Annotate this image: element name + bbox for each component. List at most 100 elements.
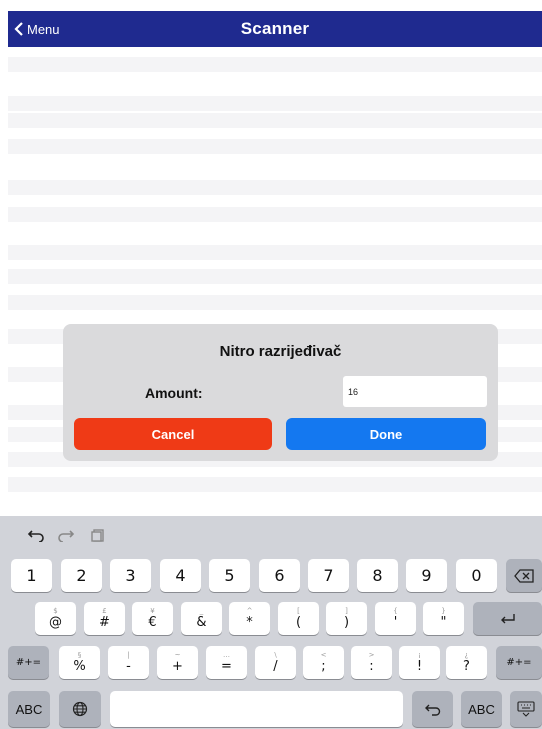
shift-symbols-key[interactable]: #+=: [8, 646, 49, 679]
globe-icon: [72, 701, 88, 717]
key-at[interactable]: $ @: [35, 602, 76, 635]
key-open-paren[interactable]: [(: [278, 602, 319, 635]
backspace-key[interactable]: [506, 559, 542, 592]
redo-icon[interactable]: [57, 528, 75, 542]
keyboard-dismiss-icon: [517, 701, 535, 717]
key-char: ;: [321, 659, 326, 674]
key-alt-char: ¡: [418, 651, 421, 659]
navigation-bar: Menu Scanner: [8, 11, 542, 47]
return-icon: [500, 613, 515, 623]
key-alt-char: §: [77, 651, 82, 659]
key-alt-char: ¿: [464, 651, 469, 659]
list-row-stripe: [8, 113, 542, 128]
key-char: :: [369, 659, 374, 674]
key-char: #: [99, 615, 110, 630]
key-char: =: [221, 659, 232, 674]
key-alt-char: \: [274, 651, 277, 659]
key-plus[interactable]: ~ +: [157, 646, 198, 679]
key-8[interactable]: 8: [357, 559, 398, 592]
key-ampersand[interactable]: _ &: [181, 602, 222, 635]
key-9[interactable]: 9: [406, 559, 447, 592]
hide-keyboard-key[interactable]: [510, 691, 542, 727]
amount-input[interactable]: [343, 376, 487, 407]
key-alt-char: ]: [345, 607, 348, 615]
key-char: &: [196, 615, 207, 630]
key-char: %: [73, 659, 86, 674]
page-title: Scanner: [240, 19, 310, 38]
key-char: €: [148, 615, 157, 630]
key-quote[interactable]: } ": [423, 602, 464, 635]
key-alt-char: |: [127, 651, 130, 659]
key-alt-char: [: [297, 607, 300, 615]
key-asterisk[interactable]: ^ *: [229, 602, 270, 635]
list-row-stripe: [8, 139, 542, 154]
key-euro[interactable]: ¥ €: [132, 602, 173, 635]
shift-symbols-key-right[interactable]: #+=: [496, 646, 542, 679]
key-alt-char: >: [368, 651, 375, 659]
list-row-stripe: [8, 207, 542, 222]
cancel-button[interactable]: Cancel: [74, 418, 272, 450]
key-close-paren[interactable]: ]): [326, 602, 367, 635]
key-4[interactable]: 4: [160, 559, 201, 592]
key-alt-char: }: [441, 607, 446, 615]
list-row-stripe: [8, 295, 542, 310]
space-bar[interactable]: [110, 691, 403, 727]
key-alt-char: …: [223, 651, 230, 659]
key-hash[interactable]: £ #: [84, 602, 125, 635]
list-row-stripe: [8, 180, 542, 195]
globe-key[interactable]: [59, 691, 101, 727]
keyboard-toolbar: [0, 516, 542, 554]
done-button[interactable]: Done: [286, 418, 486, 450]
key-char: +: [172, 659, 183, 674]
key-3[interactable]: 3: [110, 559, 151, 592]
abc-key-right[interactable]: ABC: [461, 691, 502, 727]
key-char: -: [126, 659, 131, 674]
key-alt-char: $: [53, 607, 58, 615]
paste-icon[interactable]: [89, 528, 107, 542]
undo-key[interactable]: [412, 691, 453, 727]
key-exclamation[interactable]: ¡!: [399, 646, 440, 679]
key-7[interactable]: 7: [308, 559, 349, 592]
key-char: ": [440, 615, 447, 630]
key-alt-char: £: [102, 607, 107, 615]
key-2[interactable]: 2: [61, 559, 102, 592]
key-char: @: [49, 615, 62, 630]
key-6[interactable]: 6: [259, 559, 300, 592]
abc-key[interactable]: ABC: [8, 691, 50, 727]
key-0[interactable]: 0: [456, 559, 497, 592]
key-equals[interactable]: … =: [206, 646, 247, 679]
key-alt-char: <: [320, 651, 327, 659]
key-apostrophe[interactable]: {': [375, 602, 416, 635]
key-alt-char: ¥: [150, 607, 155, 615]
undo-icon: [424, 704, 440, 716]
key-alt-char: _: [199, 607, 204, 615]
key-slash[interactable]: \ /: [255, 646, 296, 679]
key-percent[interactable]: §%: [59, 646, 100, 679]
amount-dialog: Nitro razrijeđivač Amount: Cancel Done: [63, 324, 498, 461]
key-1[interactable]: 1: [11, 559, 52, 592]
list-row-stripe: [8, 269, 542, 284]
key-semicolon[interactable]: <;: [303, 646, 344, 679]
key-char: /: [273, 659, 278, 674]
key-alt-char: ~: [174, 651, 181, 659]
list-row-stripe: [8, 96, 542, 111]
key-colon[interactable]: >:: [351, 646, 392, 679]
backspace-icon: [514, 568, 534, 583]
key-char: *: [246, 615, 253, 630]
undo-icon[interactable]: [27, 528, 45, 542]
key-5[interactable]: 5: [209, 559, 250, 592]
dialog-title: Nitro razrijeđivač: [219, 343, 342, 360]
key-minus[interactable]: | -: [108, 646, 149, 679]
key-char: ): [343, 615, 350, 630]
return-key[interactable]: [473, 602, 542, 635]
key-char: ': [393, 615, 398, 630]
on-screen-keyboard: 1 2 3 4 5 6 7 8 9 0 $ @ £ # ¥ € _ & ^ * [( ])…: [0, 516, 542, 729]
key-question[interactable]: ¿?: [446, 646, 487, 679]
list-row-stripe: [8, 57, 542, 72]
amount-label: Amount:: [145, 385, 203, 401]
key-char: ?: [463, 659, 470, 674]
key-char: !: [416, 659, 423, 674]
key-alt-char: ^: [246, 607, 253, 615]
list-row-stripe: [8, 245, 542, 260]
key-alt-char: {: [393, 607, 398, 615]
